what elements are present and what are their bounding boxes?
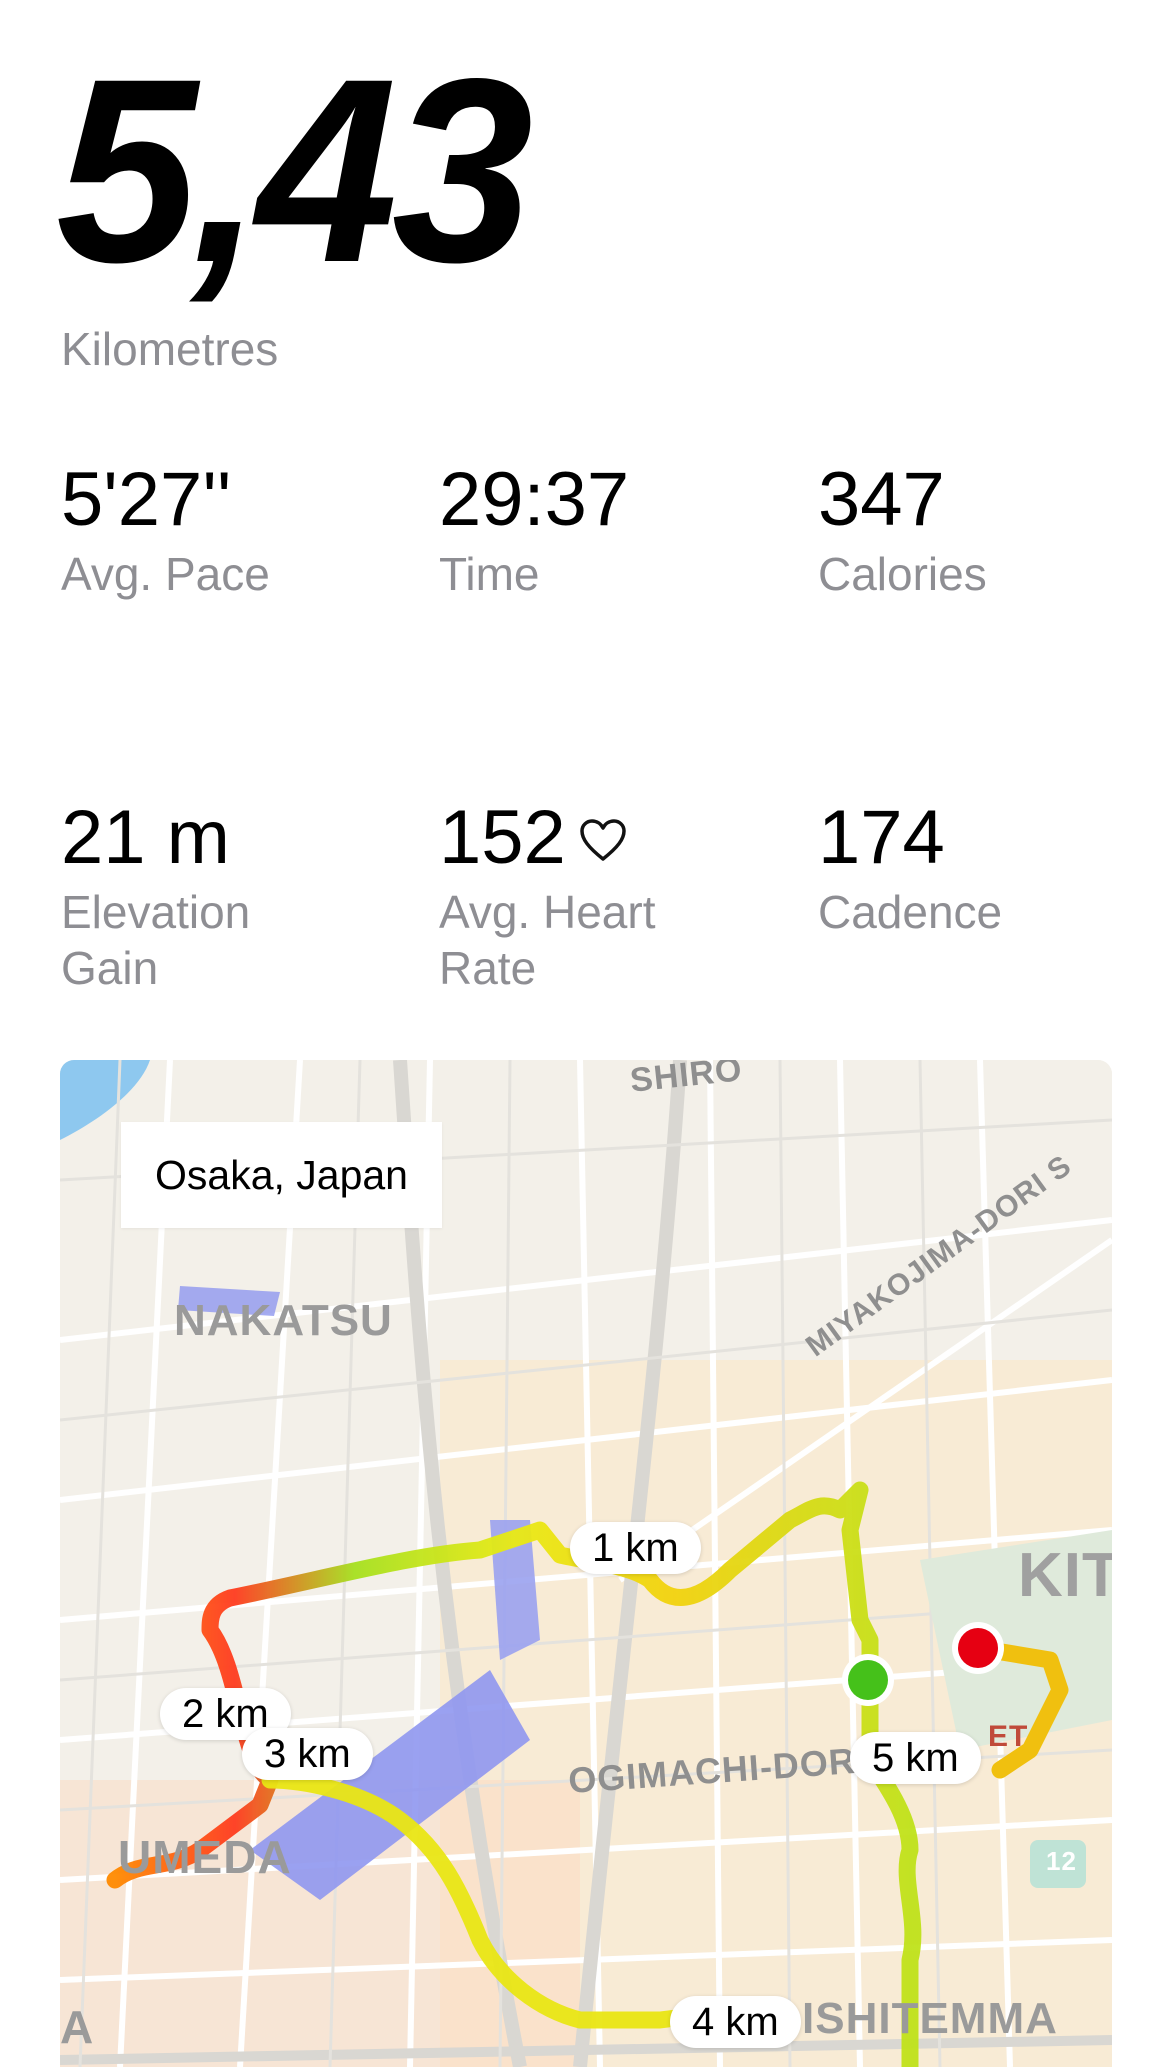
- map-label-umeda: UMEDA: [118, 1831, 292, 1883]
- heart-rate-label: Avg. Heart Rate: [439, 886, 656, 994]
- stat-avg-pace: 5'27'' Avg. Pace: [61, 462, 401, 602]
- stat-avg-heart-rate: 152 Avg. Heart Rate: [439, 800, 769, 996]
- stat-cadence: 174 Cadence: [818, 800, 1158, 940]
- map-label-nakatsu: NAKATSU: [174, 1296, 393, 1345]
- avg-pace-value: 5'27'': [61, 457, 232, 542]
- route-number-badge: 12: [1046, 1846, 1077, 1876]
- map-label-a: A: [60, 2001, 95, 2053]
- map-label-kita: KIT: [1018, 1541, 1112, 1610]
- avg-pace-label: Avg. Pace: [61, 548, 270, 600]
- km-marker-3: 3 km: [242, 1728, 373, 1780]
- map-label-et: ET: [988, 1720, 1029, 1753]
- stat-calories: 347 Calories: [818, 462, 1158, 602]
- distance-unit: Kilometres: [61, 323, 279, 375]
- cadence-label: Cadence: [818, 886, 1003, 938]
- stat-time: 29:37 Time: [439, 462, 779, 602]
- elevation-value: 21 m: [61, 795, 230, 880]
- heart-icon: [580, 800, 626, 876]
- start-marker: [848, 1660, 888, 1700]
- elevation-label: Elevation Gain: [61, 886, 251, 994]
- km-marker-1: 1 km: [570, 1522, 701, 1574]
- route-map[interactable]: SHIRO NAKATSU MIYAKOJIMA-DORI S KIT OGIM…: [60, 1060, 1112, 2067]
- map-label-tenma: ISHITEMMA: [802, 1994, 1058, 2043]
- distance-value: 5,43: [56, 24, 533, 317]
- stat-elevation-gain: 21 m Elevation Gain: [61, 800, 391, 996]
- cadence-value: 174: [818, 795, 945, 880]
- time-value: 29:37: [439, 457, 630, 542]
- calories-label: Calories: [818, 548, 987, 600]
- time-label: Time: [439, 548, 540, 600]
- km-marker-4: 4 km: [670, 1996, 801, 2048]
- calories-value: 347: [818, 457, 945, 542]
- heart-rate-value: 152: [439, 795, 566, 880]
- km-marker-5: 5 km: [850, 1732, 981, 1784]
- location-label: Osaka, Japan: [121, 1122, 442, 1228]
- end-marker: [958, 1628, 998, 1668]
